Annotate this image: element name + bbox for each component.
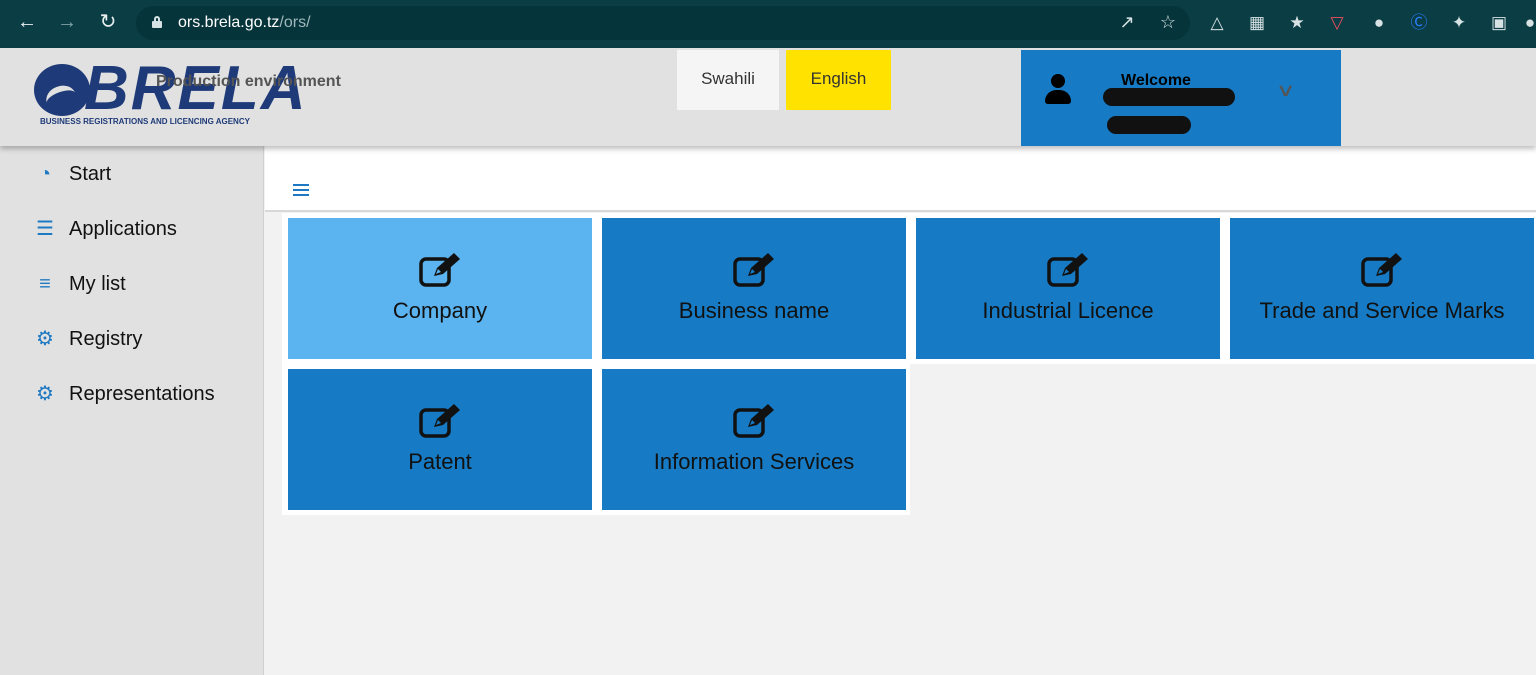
star-icon[interactable]: ☆	[1157, 12, 1179, 33]
lang-swahili-button[interactable]: Swahili	[677, 50, 779, 110]
tile-label: Company	[392, 298, 488, 323]
tile-label: Information Services	[653, 449, 855, 474]
gear-icon: ⚙	[36, 328, 54, 350]
sidebar-item-applications[interactable]: ☰ Applications	[0, 207, 264, 251]
service-tiles: Company Business name Industrial Licence	[282, 213, 1536, 515]
user-menu[interactable]: Welcome ∨	[1021, 50, 1341, 146]
tile-label: Patent	[408, 449, 472, 474]
tile-information-services[interactable]: Information Services	[602, 369, 906, 510]
tile-company[interactable]: Company	[288, 218, 592, 359]
lock-icon	[152, 16, 162, 28]
edit-icon	[733, 253, 774, 287]
browser-toolbar: ← → ↻ ors.brela.go.tz/ors/ ↗ ☆ △ ▦ ★ ▽ ●…	[0, 0, 1536, 48]
sidebar-item-label: Registry	[69, 327, 143, 350]
tile-industrial-licence[interactable]: Industrial Licence	[916, 218, 1220, 359]
extension-bug-icon[interactable]: ★	[1286, 12, 1308, 34]
sidebar: ◔ Start ☰ Applications ≡ My list ⚙ Regis…	[0, 146, 264, 675]
extension-c-icon[interactable]: Ⓒ	[1408, 12, 1430, 34]
edit-icon	[733, 404, 774, 438]
sidebar-item-label: My list	[69, 272, 126, 295]
address-bar[interactable]: ors.brela.go.tz/ors/ ↗ ☆	[136, 6, 1190, 40]
redacted-username	[1103, 88, 1235, 106]
tile-label: Industrial Licence	[982, 298, 1154, 323]
sidebar-item-my-list[interactable]: ≡ My list	[0, 262, 264, 306]
extension-a-icon[interactable]: △	[1206, 12, 1228, 34]
tile-trade-and-service-marks[interactable]: Trade and Service Marks	[1230, 218, 1534, 359]
logo-subtitle: BUSINESS REGISTRATIONS AND LICENCING AGE…	[40, 117, 250, 126]
edit-icon	[1361, 253, 1402, 287]
main-content: Company Business name Industrial Licence	[265, 146, 1536, 675]
chevron-down-icon[interactable]: ∨	[1276, 80, 1296, 101]
sidebar-item-registry[interactable]: ⚙ Registry	[0, 317, 264, 361]
tile-business-name[interactable]: Business name	[602, 218, 906, 359]
tile-patent[interactable]: Patent	[288, 369, 592, 510]
tile-label: Trade and Service Marks	[1259, 298, 1505, 323]
reload-icon[interactable]: ↻	[97, 11, 119, 33]
lang-english-button[interactable]: English	[786, 50, 891, 110]
content-toolbar	[265, 146, 1536, 212]
sidebar-item-representations[interactable]: ⚙ Representations	[0, 372, 264, 416]
profile-avatar[interactable]: ●	[1524, 12, 1536, 34]
edit-icon	[1047, 253, 1088, 287]
tile-label: Business name	[678, 298, 830, 323]
share-icon[interactable]: ↗	[1116, 12, 1138, 33]
edit-icon	[419, 253, 460, 287]
sidebar-item-label: Representations	[69, 382, 215, 405]
gear-icon: ⚙	[36, 383, 54, 405]
redacted-username-2	[1107, 116, 1191, 134]
extension-tree-icon[interactable]: ▦	[1246, 12, 1268, 34]
app-header: BRELA BUSINESS REGISTRATIONS AND LICENCI…	[0, 48, 1536, 146]
back-arrow-icon[interactable]: ←	[16, 11, 38, 33]
logo-emblem-icon	[34, 64, 90, 116]
side-panel-icon[interactable]: ▣	[1488, 12, 1510, 34]
extension-dots-icon[interactable]: ●	[1368, 12, 1390, 34]
puzzle-icon[interactable]: ✦	[1448, 12, 1470, 34]
environment-label: Production environment	[156, 73, 341, 90]
pocket-icon[interactable]: ▽	[1326, 12, 1348, 34]
edit-icon	[419, 404, 460, 438]
sidebar-item-label: Applications	[69, 217, 177, 240]
server-icon: ☰	[36, 218, 54, 240]
url-text[interactable]: ors.brela.go.tz/ors/	[178, 14, 311, 32]
list-icon: ≡	[39, 273, 51, 295]
user-icon	[1043, 74, 1073, 108]
hamburger-menu-icon[interactable]	[293, 184, 309, 196]
forward-arrow-icon[interactable]: →	[56, 11, 78, 33]
